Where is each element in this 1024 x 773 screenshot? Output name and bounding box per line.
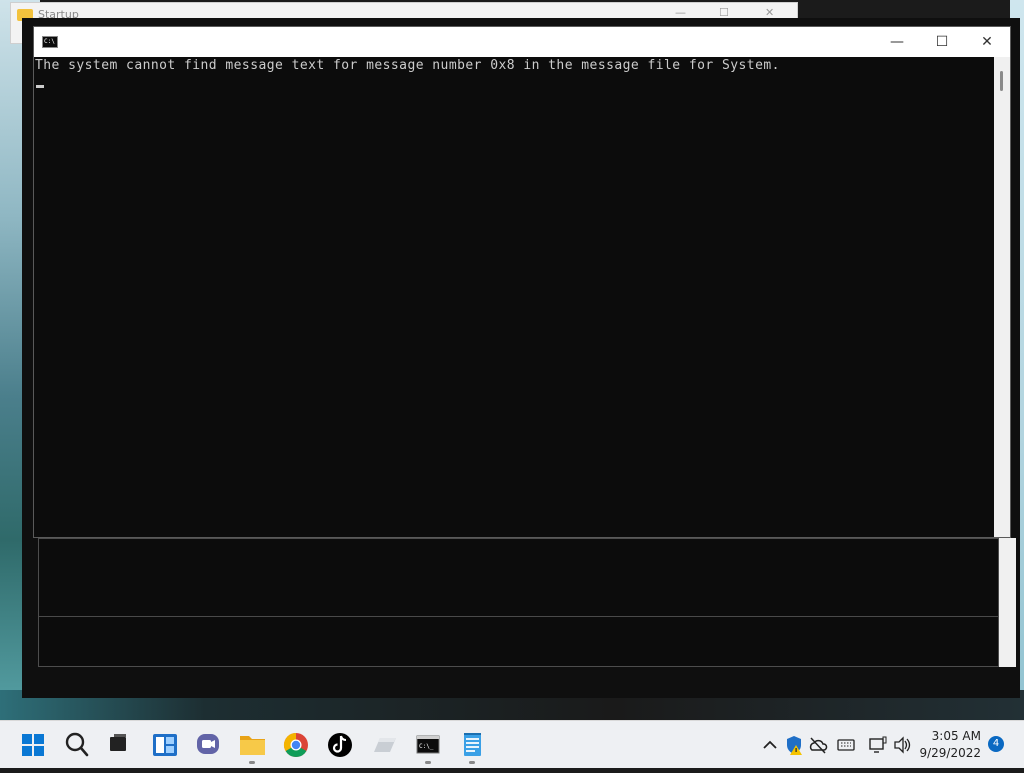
app-tile-icon: [374, 738, 396, 752]
clock-date: 9/29/2022: [919, 746, 981, 760]
security-tray-icon-button[interactable]: [784, 721, 804, 769]
show-hidden-icons-button[interactable]: [760, 721, 780, 769]
running-indicator: [249, 761, 255, 764]
background-scrollbar: [999, 538, 1016, 667]
tiktok-icon: [328, 733, 352, 757]
terminal-icon: C:\: [42, 36, 58, 48]
chrome-icon: [283, 733, 308, 758]
keyboard-tray-button[interactable]: [836, 721, 856, 769]
speaker-icon: [894, 736, 911, 754]
panel-divider: [39, 616, 999, 617]
svg-text:C:\_: C:\_: [419, 743, 434, 750]
chat-button[interactable]: [188, 721, 228, 769]
minimize-icon: —: [890, 34, 904, 50]
shield-warning-icon: [787, 736, 802, 755]
widgets-button[interactable]: [144, 721, 184, 769]
close-button[interactable]: ✕: [964, 27, 1010, 57]
task-view-button[interactable]: [98, 721, 138, 769]
teams-chat-icon: [197, 734, 219, 754]
minimize-button[interactable]: —: [874, 27, 920, 57]
close-icon: ✕: [981, 34, 993, 50]
console-title-bar[interactable]: C:\ — ☐ ✕: [34, 27, 1010, 57]
command-prompt-button[interactable]: C:\_: [408, 721, 448, 769]
network-icon: [869, 736, 887, 753]
console-output-line: The system cannot find message text for …: [35, 58, 780, 73]
file-explorer-button[interactable]: [232, 721, 272, 769]
scrollbar-thumb[interactable]: [1000, 71, 1003, 91]
search-icon: [65, 732, 89, 757]
running-indicator: [469, 761, 475, 764]
volume-tray-button[interactable]: [892, 721, 912, 769]
running-indicator: [425, 761, 431, 764]
cloud-offline-icon: [809, 737, 828, 754]
background-console-panel: [38, 538, 999, 667]
clock-time: 3:05 AM: [931, 729, 981, 743]
search-button[interactable]: [57, 721, 97, 769]
windows-logo-icon: [22, 734, 44, 756]
command-prompt-window[interactable]: C:\ — ☐ ✕ The system cannot find message…: [33, 26, 1011, 538]
onedrive-tray-button[interactable]: [808, 721, 828, 769]
chrome-button[interactable]: [276, 721, 316, 769]
console-output-area[interactable]: The system cannot find message text for …: [34, 57, 994, 537]
vertical-scrollbar[interactable]: [994, 57, 1010, 537]
widgets-icon: [153, 734, 177, 756]
tiktok-button[interactable]: [320, 721, 360, 769]
notepad-button[interactable]: [452, 721, 492, 769]
taskbar: C:\_ 3:05 AM 9/29/2022: [0, 720, 1024, 768]
maximize-icon: ☐: [935, 34, 949, 50]
keyboard-icon: [837, 739, 855, 751]
chevron-up-icon: [763, 740, 777, 749]
notification-badge[interactable]: 4: [988, 736, 1004, 752]
text-cursor: [36, 85, 44, 88]
generic-app-button[interactable]: [364, 721, 404, 769]
start-button[interactable]: [12, 721, 52, 769]
network-tray-button[interactable]: [868, 721, 888, 769]
maximize-button[interactable]: ☐: [919, 27, 965, 57]
task-view-icon: [110, 734, 126, 751]
